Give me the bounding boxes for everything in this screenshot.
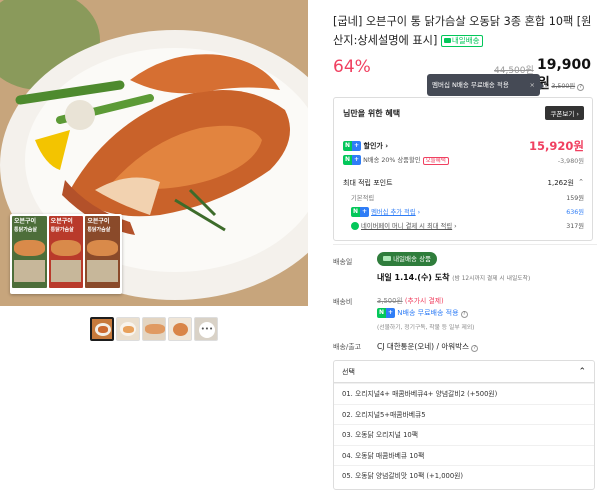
- chevron-right-icon: ›: [385, 142, 389, 150]
- basic-points-label: 기본적립: [351, 195, 375, 202]
- points-total: 1,262원: [547, 179, 574, 187]
- discount-price: 15,920원: [529, 139, 584, 153]
- courier-label: 배송/출고: [333, 343, 362, 351]
- thumbnail-1[interactable]: [90, 317, 114, 341]
- package-image: 오븐구이 통닭가슴살 오븐구이 통닭가슴살 오븐구이 통닭가슴살: [10, 214, 122, 294]
- divider: [333, 244, 597, 245]
- membership-badge: N +: [377, 308, 396, 318]
- delivery-date: 내일 1.14.(수) 도착 (밤 12시까지 결제 시 내일도착): [377, 272, 530, 283]
- delivery-badge-label: 내일배송: [451, 35, 480, 45]
- fee-free-row: N + N배송 무료배송 적용 ?: [377, 308, 468, 318]
- delivery-label: 배송일: [333, 258, 353, 266]
- delivery-badge: 내일배송: [440, 34, 483, 47]
- option-select: 선택 ⌃ 01. 오리지널4+ 매콤바베큐4+ 양념갈비2 (+500원) 02.…: [333, 360, 595, 490]
- package-1: 오븐구이통닭가슴살: [12, 216, 47, 288]
- package-sub: 통닭가슴살: [50, 227, 74, 233]
- chevron-right-icon: ›: [417, 209, 421, 216]
- basic-points-value: 159원: [566, 195, 584, 202]
- product-main-image[interactable]: 오븐구이 통닭가슴살 오븐구이 통닭가슴살 오븐구이 통닭가슴살: [0, 0, 308, 306]
- fee-note: (추가시 결제): [404, 297, 444, 305]
- package-chicken-icon: [50, 240, 82, 256]
- thumbnail-4[interactable]: [168, 317, 192, 341]
- fee-label: 배송비: [333, 298, 353, 306]
- package-name: 오븐구이: [50, 218, 73, 225]
- chevron-right-icon: ›: [454, 223, 457, 230]
- thumbnail-2[interactable]: [116, 317, 140, 341]
- info-icon[interactable]: ?: [577, 84, 585, 91]
- n-badge: N +: [343, 155, 362, 165]
- package-sub: 통닭가슴살: [14, 227, 38, 233]
- benefit-title: 님만을 위한 혜택: [343, 109, 401, 118]
- option-item[interactable]: 01. 오리지널4+ 매콤바베큐4+ 양념갈비2 (+500원): [334, 383, 594, 404]
- option-header-label: 선택: [342, 368, 355, 376]
- naverpay-icon: [351, 222, 359, 230]
- package-chicken-icon: [14, 240, 45, 256]
- chevron-up-icon[interactable]: ⌃: [578, 178, 584, 186]
- delivery-badge-pill: 내일배송 상품: [377, 252, 438, 266]
- ndelivery-label: N배송 20% 상품할인: [363, 157, 421, 164]
- shipping-tooltip: 멤버십 N배송 무료배송 적용 ×: [427, 74, 544, 96]
- today-badge: 오늘혜택: [422, 157, 449, 165]
- discount-label: 할인가: [363, 142, 383, 150]
- shipping-prefix: ⓒ: [543, 83, 550, 90]
- option-item[interactable]: 03. 오동닭 오리지널 10팩: [334, 424, 594, 445]
- truck-icon: [383, 256, 391, 261]
- delivery-note: (밤 12시까지 결제 시 내일도착): [452, 276, 531, 282]
- discount-rate: 64%: [333, 57, 371, 77]
- package-2: 오븐구이통닭가슴살: [48, 216, 84, 288]
- membership-points-row[interactable]: N + 멤버십 추가 적립 ›: [351, 207, 420, 217]
- ndelivery-row: N + N배송 20% 상품할인 오늘혜택: [343, 155, 449, 165]
- fee-free: N배송 무료배송 적용: [397, 309, 459, 317]
- courier-row: CJ 대한통운(오네) / 아워박스 ?: [377, 341, 479, 352]
- fee-strike: 3,500원: [377, 297, 403, 305]
- fee-strike-row: 3,500원 (추가시 결제): [377, 295, 444, 305]
- package-name: 오븐구이: [87, 218, 110, 225]
- membership-points-value: 636원: [566, 209, 584, 216]
- naverpay-value: 317원: [566, 223, 584, 230]
- shipping-fee-strike: ⓒ 3,500원 ?: [543, 81, 585, 91]
- thumbnail-more[interactable]: •••: [194, 317, 218, 341]
- naverpay-label: 네이버페이 머니 결제 시 최대 적립: [361, 223, 453, 230]
- option-select-header[interactable]: 선택 ⌃: [334, 361, 594, 383]
- points-title: 최대 적립 포인트: [343, 179, 393, 187]
- membership-badge: N +: [343, 141, 362, 151]
- ndelivery-amount: -3,980원: [557, 158, 584, 165]
- membership-points-label: 멤버십 추가 적립: [371, 209, 416, 216]
- naverpay-row[interactable]: 네이버페이 머니 결제 시 최대 적립 ›: [351, 221, 457, 230]
- package-bottom: [87, 260, 119, 282]
- membership-badge: N +: [351, 207, 370, 217]
- thumbnail-strip: •••: [90, 317, 218, 341]
- info-icon[interactable]: ?: [460, 311, 468, 318]
- option-item[interactable]: 02. 오리지널5+매콤바베큐5: [334, 403, 594, 425]
- delivery-date-text: 내일 1.14.(수) 도착: [377, 273, 450, 282]
- package-name: 오븐구이: [14, 218, 37, 225]
- thumbnail-3[interactable]: [142, 317, 166, 341]
- shipping-strike-value: 3,500원: [551, 83, 576, 90]
- courier-value: CJ 대한통운(오네) / 아워박스: [377, 342, 469, 351]
- tooltip-text: 멤버십 N배송 무료배송 적용: [432, 81, 509, 89]
- chevron-up-icon: ⌃: [578, 367, 586, 377]
- benefit-box: 님만을 위한 혜택 쿠폰보기 › N + 할인가 › 15,920원 N + N배송…: [333, 97, 593, 241]
- package-bottom: [14, 260, 45, 282]
- package-sub: 통닭가슴살: [87, 227, 111, 233]
- tooltip-close-icon[interactable]: ×: [530, 74, 535, 96]
- coupon-button-label: 쿠폰보기: [550, 110, 575, 118]
- package-chicken-icon: [87, 240, 119, 256]
- package-3: 오븐구이통닭가슴살: [85, 216, 121, 288]
- truck-icon: [443, 37, 451, 43]
- option-item[interactable]: 04. 오동닭 매콤바베큐 10팩: [334, 444, 594, 466]
- chevron-right-icon: ›: [576, 110, 579, 118]
- fee-sub: (선물하기, 정기구독, 착불 등 일부 제외): [377, 325, 475, 331]
- option-item[interactable]: 05. 오동닭 양념갈비맛 10팩 (+1,000원): [334, 465, 594, 486]
- package-bottom: [50, 260, 82, 282]
- delivery-badge-text: 내일배송 상품: [393, 255, 432, 263]
- product-title: [굽네] 오븐구이 통 닭가슴살 오동닭 3종 혼합 10팩 [원산지:상세설명…: [333, 13, 597, 50]
- discount-row[interactable]: N + 할인가 ›: [343, 141, 388, 151]
- coupon-button[interactable]: 쿠폰보기 ›: [545, 106, 584, 120]
- info-icon[interactable]: ?: [471, 345, 479, 352]
